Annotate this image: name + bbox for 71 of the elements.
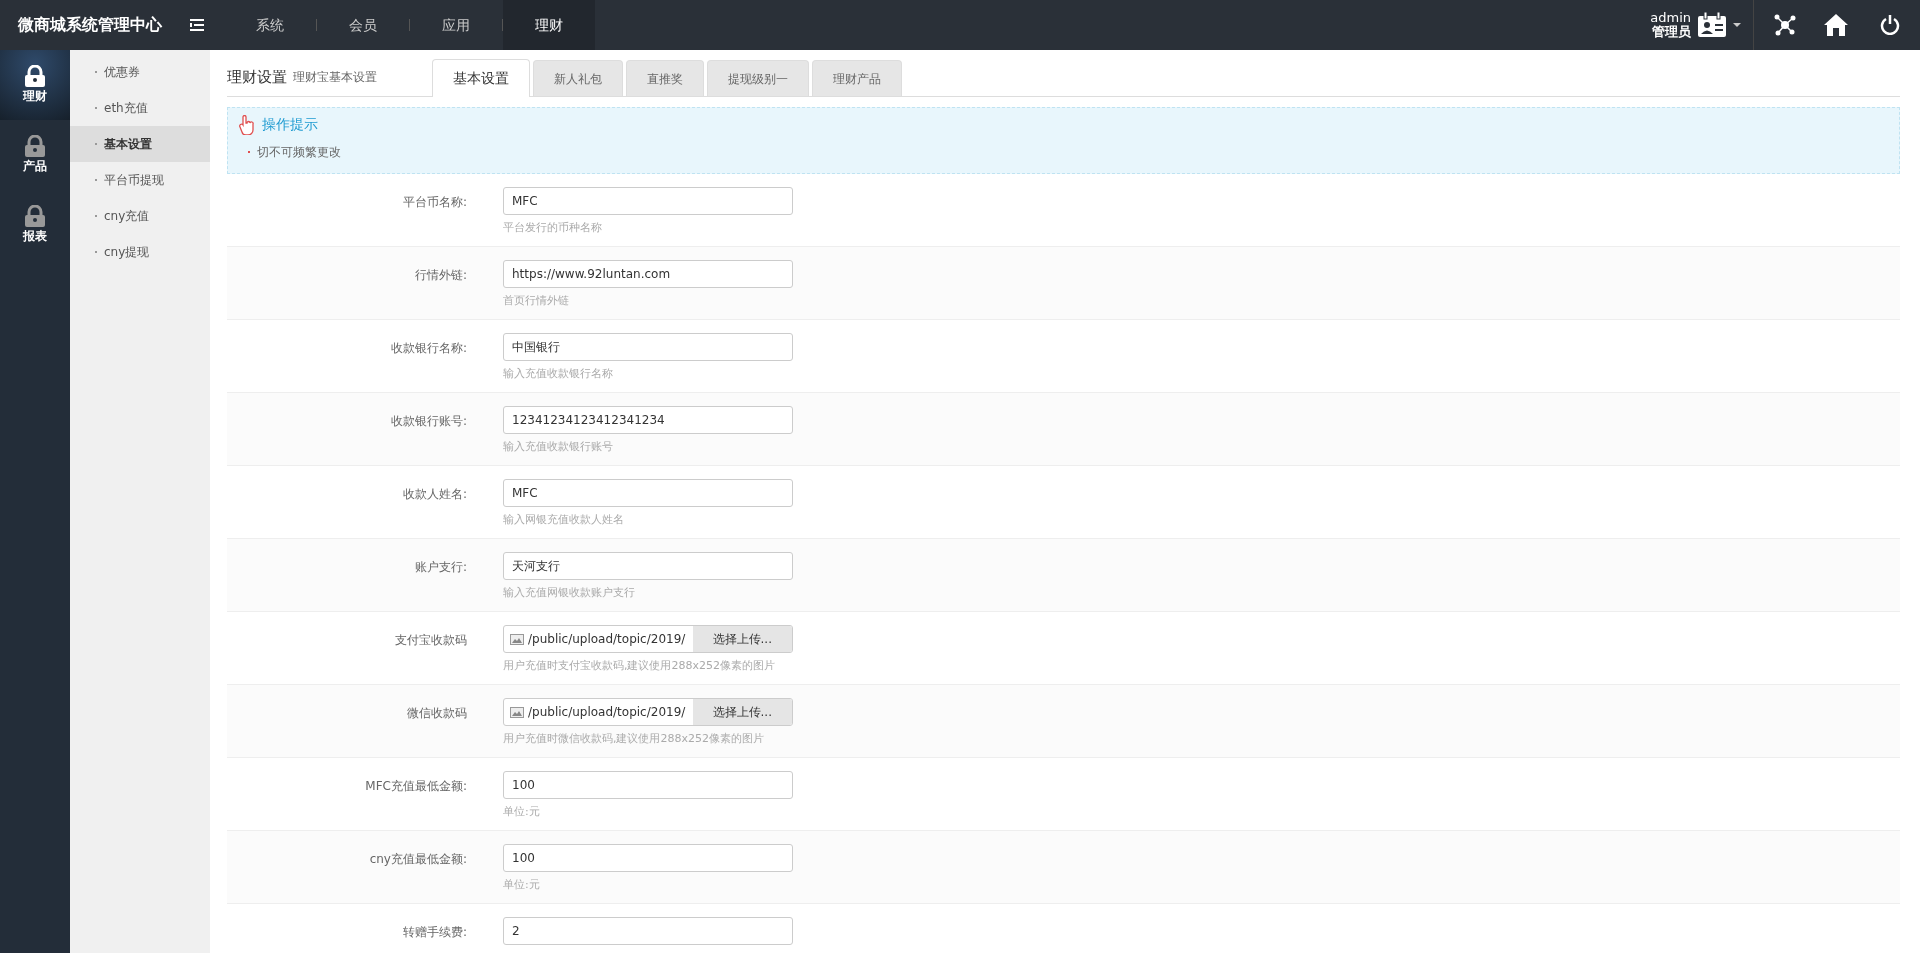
tab[interactable]: 直推奖: [626, 60, 704, 96]
field-label: 账户支行:: [413, 559, 468, 576]
image-icon: [510, 706, 524, 718]
caret-icon[interactable]: [1733, 23, 1741, 27]
id-card-icon[interactable]: [1697, 12, 1727, 38]
field-label: 微信收款码: [406, 705, 468, 722]
field-label: 平台币名称:: [401, 194, 468, 211]
submenu-item[interactable]: 优惠券: [70, 54, 210, 90]
tip-text: 切不可频繁更改: [257, 144, 341, 161]
network-icon[interactable]: [1774, 14, 1796, 36]
field-hint: 输入充值收款银行账号: [503, 439, 614, 455]
field-label: 收款银行名称:: [389, 340, 468, 357]
pointing-hand-icon: [238, 114, 256, 135]
input-field[interactable]: 100: [503, 844, 793, 872]
submenu-item[interactable]: eth充值: [70, 90, 210, 126]
upload-button[interactable]: 选择上传...: [692, 699, 792, 725]
field-label: cny充值最低金额:: [368, 851, 468, 868]
power-icon[interactable]: [1880, 15, 1900, 35]
tab[interactable]: 理财产品: [812, 60, 902, 96]
lock-icon: [24, 135, 46, 157]
file-field[interactable]: /public/upload/topic/2019/ 选择上传...: [503, 698, 793, 726]
image-icon: [510, 633, 524, 645]
page-subtitle: 理财宝基本设置: [293, 69, 377, 86]
field-hint: 输入网银充值收款人姓名: [503, 512, 625, 528]
tip-title: 操作提示: [262, 115, 318, 134]
user-role: 管理员: [1651, 25, 1691, 40]
field-label: 收款人姓名:: [401, 486, 468, 503]
nav-tab[interactable]: 会员: [317, 0, 409, 50]
page-title: 理财设置: [227, 66, 287, 88]
nav-tab[interactable]: 系统: [224, 0, 316, 50]
input-field[interactable]: 12341234123412341234: [503, 406, 793, 434]
menu-icon[interactable]: [190, 19, 204, 31]
user-name: admin: [1650, 10, 1691, 25]
tab[interactable]: 新人礼包: [533, 60, 623, 96]
input-field[interactable]: https://www.92luntan.com: [503, 260, 793, 288]
field-hint: 单位:元: [503, 877, 541, 893]
field-hint: 输入充值网银收款账户支行: [503, 585, 636, 601]
app-title: 微商城系统管理中心: [17, 14, 163, 36]
submenu-item[interactable]: cny提现: [70, 234, 210, 270]
field-label: MFC充值最低金额:: [364, 778, 468, 795]
field-label: 行情外链:: [413, 267, 468, 284]
input-field[interactable]: 2: [503, 917, 793, 945]
rail-item[interactable]: 报表: [0, 190, 70, 260]
nav-tab[interactable]: 应用: [410, 0, 502, 50]
field-label: 支付宝收款码: [394, 632, 468, 649]
input-field[interactable]: 天河支行: [503, 552, 793, 580]
field-label: 转赠手续费:: [401, 924, 468, 941]
field-hint: 输入充值收款银行名称: [503, 366, 614, 382]
input-field[interactable]: 100: [503, 771, 793, 799]
submenu-item[interactable]: 基本设置: [70, 126, 210, 162]
input-field[interactable]: 中国银行: [503, 333, 793, 361]
tab[interactable]: 基本设置: [432, 59, 530, 97]
field-hint: 用户充值时微信收款码,建议使用288x252像素的图片: [503, 731, 765, 747]
tab[interactable]: 提现级别一: [707, 60, 809, 96]
lock-icon: [24, 65, 46, 87]
rail-item[interactable]: 产品: [0, 120, 70, 190]
nav-tab[interactable]: 理财: [503, 0, 595, 50]
field-hint: 平台发行的币种名称: [503, 220, 603, 236]
input-field[interactable]: MFC: [503, 479, 793, 507]
submenu-item[interactable]: cny充值: [70, 198, 210, 234]
input-field[interactable]: MFC: [503, 187, 793, 215]
field-hint: 单位:元: [503, 804, 541, 820]
file-field[interactable]: /public/upload/topic/2019/ 选择上传...: [503, 625, 793, 653]
field-label: 收款银行账号:: [389, 413, 468, 430]
submenu-item[interactable]: 平台币提现: [70, 162, 210, 198]
field-hint: 用户充值时支付宝收款码,建议使用288x252像素的图片: [503, 658, 776, 674]
field-hint: 首页行情外链: [503, 293, 570, 309]
home-icon[interactable]: [1824, 14, 1848, 36]
rail-item[interactable]: 理财: [0, 50, 70, 120]
upload-button[interactable]: 选择上传...: [692, 626, 792, 652]
lock-icon: [24, 205, 46, 227]
